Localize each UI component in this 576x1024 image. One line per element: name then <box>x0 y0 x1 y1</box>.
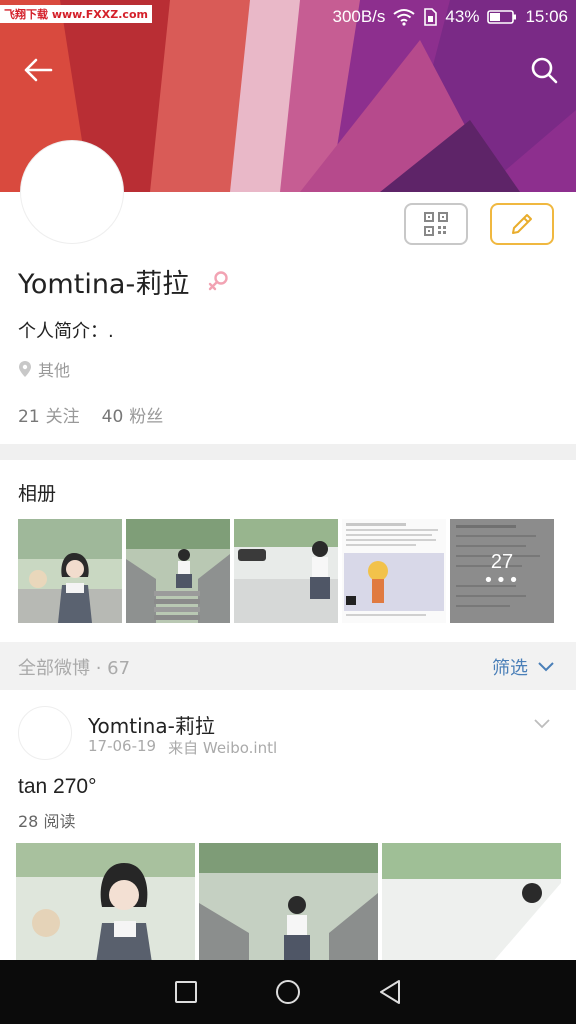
album-photo-more[interactable]: 27 ••• <box>450 519 554 623</box>
followers-stat[interactable]: 40 粉丝 <box>102 402 164 427</box>
album-photo[interactable] <box>234 519 338 623</box>
qr-code-icon <box>424 212 448 236</box>
post-avatar[interactable] <box>18 706 72 760</box>
status-bar: 300B/s 43% 15:06 <box>332 4 568 30</box>
post-author[interactable]: Yomtina-莉拉 <box>88 710 215 739</box>
system-nav-bar <box>0 960 576 1024</box>
search-icon <box>531 57 558 84</box>
followers-label: 粉丝 <box>129 407 164 427</box>
album-more-overlay: 27 ••• <box>450 519 554 623</box>
pencil-icon <box>512 214 532 234</box>
square-nav-icon <box>175 981 197 1003</box>
post-text: tan 270° <box>18 775 97 798</box>
username: Yomtina-莉拉 <box>18 269 190 300</box>
album-strip: 27 ••• <box>18 519 554 623</box>
album-title[interactable]: 相册 <box>18 479 56 506</box>
followers-count: 40 <box>101 407 124 427</box>
post-read-count: 28 阅读 <box>18 812 76 831</box>
location-pin-icon <box>19 361 31 377</box>
post-image[interactable] <box>382 843 561 963</box>
album-more-dots: ••• <box>483 570 521 591</box>
recent-apps-button[interactable] <box>166 972 206 1012</box>
avatar[interactable] <box>20 140 124 244</box>
stats: 21 关注 40 粉丝 <box>18 402 163 427</box>
bio: 个人简介：. <box>18 321 114 342</box>
back-button[interactable] <box>18 50 58 90</box>
post-meta: 17-06-19 来自 Weibo.intl <box>88 737 277 758</box>
post-images <box>16 843 561 963</box>
edit-profile-button[interactable] <box>490 203 554 245</box>
female-icon <box>206 270 230 296</box>
following-stat[interactable]: 21 关注 <box>18 402 80 427</box>
chevron-down-icon <box>538 662 554 672</box>
filter-label: 筛选 <box>492 658 528 679</box>
following-label: 关注 <box>45 407 80 427</box>
following-count: 21 <box>18 407 40 427</box>
filter-button[interactable]: 筛选 <box>492 654 554 680</box>
watermark: 飞翔下载 www.FXXZ.com <box>0 5 152 23</box>
location-label: 其他 <box>38 361 71 380</box>
post-image[interactable] <box>16 843 195 963</box>
home-button[interactable] <box>268 972 308 1012</box>
battery-icon <box>487 9 517 25</box>
circle-nav-icon <box>276 980 300 1004</box>
triangle-nav-icon <box>380 980 400 1004</box>
battery-percent: 43% <box>445 7 480 26</box>
post-image[interactable] <box>199 843 378 963</box>
chevron-down-icon <box>534 719 550 729</box>
clock: 15:06 <box>525 7 568 26</box>
search-button[interactable] <box>524 50 564 90</box>
sim-icon <box>423 8 438 26</box>
feed-count-label: 全部微博 · 67 <box>18 658 131 679</box>
section-divider <box>0 444 576 460</box>
post-source: 来自 Weibo.intl <box>168 739 278 757</box>
album-photo[interactable] <box>342 519 446 623</box>
album-photo[interactable] <box>18 519 122 623</box>
back-nav-button[interactable] <box>370 972 410 1012</box>
post-menu-button[interactable] <box>534 714 550 733</box>
location: 其他 <box>18 357 70 381</box>
album-photo[interactable] <box>126 519 230 623</box>
post-date: 17-06-19 <box>88 737 157 755</box>
wifi-icon <box>393 8 416 26</box>
back-arrow-icon <box>24 58 53 82</box>
qr-code-button[interactable] <box>404 203 468 245</box>
network-speed: 300B/s <box>332 7 386 26</box>
